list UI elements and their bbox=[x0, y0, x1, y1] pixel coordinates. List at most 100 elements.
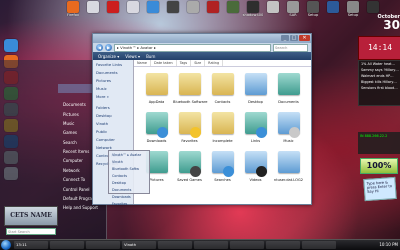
explorer-toolbar: Organize ▾ Views ▾ Burn bbox=[93, 52, 311, 60]
start-orb-button[interactable] bbox=[1, 240, 11, 250]
folder-item[interactable]: Videos bbox=[239, 147, 272, 182]
folder-label: Downloads bbox=[146, 139, 167, 143]
search-input[interactable]: Search bbox=[273, 43, 308, 52]
forward-button[interactable]: ▶ bbox=[105, 44, 112, 51]
subwin-item[interactable]: Favorites bbox=[109, 200, 149, 207]
folder-icon bbox=[277, 73, 300, 99]
nav-link[interactable]: Public bbox=[93, 127, 133, 135]
taskbar-button[interactable] bbox=[50, 241, 84, 249]
folder-label: ntuser.dat.LOG2 bbox=[273, 178, 304, 182]
nav-link[interactable]: Favorite Links bbox=[93, 60, 133, 68]
subwin-item[interactable]: Desktop bbox=[109, 179, 149, 186]
clock-gadget: 14:14 bbox=[358, 36, 400, 60]
desktop-icon[interactable] bbox=[82, 1, 104, 13]
folder-item[interactable]: Desktop bbox=[239, 69, 272, 104]
nav-link[interactable]: Computer bbox=[93, 135, 133, 143]
folder-icon bbox=[277, 151, 300, 177]
sticky-note-gadget[interactable]: Type here & press Enter to Say Hi bbox=[363, 176, 397, 202]
folder-item[interactable]: Links bbox=[239, 108, 272, 143]
minimize-button[interactable]: _ bbox=[281, 35, 289, 41]
desktop-icon[interactable] bbox=[142, 1, 164, 13]
calendar-day: 30 bbox=[383, 18, 400, 32]
folder-item[interactable]: Searches bbox=[206, 147, 239, 182]
folder-item[interactable]: Documents bbox=[272, 69, 305, 104]
start-menu-logo: CETS NAME bbox=[4, 206, 58, 226]
column-header[interactable]: Tags bbox=[177, 60, 192, 66]
folder-shape bbox=[145, 73, 168, 95]
column-header[interactable]: Name bbox=[134, 60, 152, 66]
desktop-icon[interactable]: Setup bbox=[302, 1, 324, 17]
folder-item[interactable]: Incomplete bbox=[206, 108, 239, 143]
taskbar-button[interactable]: Vinoth bbox=[122, 241, 156, 249]
nav-link[interactable]: Music bbox=[93, 84, 133, 92]
taskbar-button[interactable] bbox=[194, 241, 228, 249]
nav-link[interactable]: Desktop bbox=[93, 111, 133, 119]
desktop-icon[interactable] bbox=[162, 1, 184, 13]
folder-icon bbox=[145, 112, 168, 138]
start-search-input[interactable]: Start Search bbox=[6, 228, 56, 235]
desktop-icon-image bbox=[307, 1, 319, 13]
folder-item[interactable]: Bluetooth Software bbox=[173, 69, 207, 104]
column-header[interactable]: Date taken bbox=[151, 60, 177, 66]
folder-badge-icon bbox=[255, 166, 267, 177]
back-button[interactable]: ◀ bbox=[96, 44, 103, 51]
taskbar-button[interactable] bbox=[158, 241, 192, 249]
folder-item[interactable]: Contacts bbox=[206, 69, 239, 104]
taskbar-button[interactable]: 13:11 bbox=[14, 241, 48, 249]
network-meter-gadget: IN 888.266.22.2 bbox=[358, 132, 400, 154]
taskbar-button[interactable] bbox=[230, 241, 264, 249]
column-header[interactable]: Size bbox=[191, 60, 206, 66]
nav-link[interactable]: Folders bbox=[93, 103, 133, 111]
windows-sidebar: October 30 14:14 1% All Water heat… Sammy… bbox=[358, 10, 400, 240]
subwin-item[interactable]: Vinoth™ ▸ Avatar bbox=[109, 151, 149, 158]
icon-grid: AppData Bluetooth Software Contacts Desktop… bbox=[140, 69, 305, 182]
column-headers: Name Date taken Tags Size Rating bbox=[134, 60, 311, 67]
system-tray-clock[interactable]: 10:10 PM bbox=[379, 241, 398, 249]
taskbar-button[interactable] bbox=[266, 241, 300, 249]
folder-item[interactable]: ntuser.dat.LOG2 bbox=[272, 147, 305, 182]
calendar-gadget: October 30 bbox=[358, 14, 400, 34]
desktop-icon[interactable] bbox=[102, 1, 124, 13]
folder-item[interactable]: Music bbox=[272, 108, 305, 143]
subwin-item[interactable]: Downloads bbox=[109, 193, 149, 200]
nav-link[interactable]: Pictures bbox=[93, 76, 133, 84]
maximize-button[interactable]: □ bbox=[290, 35, 298, 41]
desktop-icon[interactable] bbox=[202, 1, 224, 13]
nav-link[interactable]: More » bbox=[93, 92, 133, 100]
subwin-item[interactable]: Contacts bbox=[109, 172, 149, 179]
folder-item[interactable]: Saved Games bbox=[173, 147, 206, 182]
toolbar-button[interactable]: Burn bbox=[146, 54, 155, 59]
taskbar-button[interactable] bbox=[86, 241, 120, 249]
folder-shape bbox=[211, 112, 234, 134]
taskbar-button[interactable] bbox=[302, 241, 336, 249]
folder-badge-icon bbox=[189, 127, 201, 138]
desktop-icon[interactable]: shadow400 bbox=[242, 1, 264, 17]
explorer-titlebar[interactable]: _ □ ✕ bbox=[93, 34, 311, 43]
desktop-icon-image bbox=[207, 1, 219, 13]
subwin-item[interactable]: Bluetooth Softw bbox=[109, 165, 149, 172]
desktop-icon[interactable] bbox=[182, 1, 204, 13]
desktop-icon[interactable]: Firefox bbox=[62, 1, 84, 17]
desktop-icon[interactable] bbox=[122, 1, 144, 13]
desktop-icon-label: Setup bbox=[307, 13, 319, 17]
desktop-icon-image bbox=[187, 1, 199, 13]
folder-icon bbox=[244, 151, 267, 177]
desktop-icon[interactable] bbox=[222, 1, 244, 13]
nav-link[interactable]: Documents bbox=[93, 68, 133, 76]
feed-item[interactable]: Sensions first blood… bbox=[359, 85, 400, 91]
desktop-icon[interactable] bbox=[4, 39, 18, 52]
subwin-item[interactable]: Vinoth bbox=[109, 158, 149, 165]
folder-item[interactable]: Favorites bbox=[173, 108, 206, 143]
desktop-icon[interactable] bbox=[322, 1, 344, 13]
desktop-icon[interactable]: SAR bbox=[282, 1, 304, 17]
subwin-item[interactable]: Documents bbox=[109, 186, 149, 193]
close-button[interactable]: ✕ bbox=[299, 35, 310, 41]
desktop-icon[interactable] bbox=[262, 1, 284, 13]
address-field[interactable]: ▸ Vinoth™ ▸ Avatar ▸ bbox=[114, 43, 271, 52]
folder-item[interactable]: Downloads bbox=[140, 108, 173, 143]
folder-item[interactable]: AppData bbox=[140, 69, 173, 104]
nav-link[interactable]: Vinoth bbox=[93, 119, 133, 127]
toolbar-button[interactable]: Views ▾ bbox=[125, 54, 140, 59]
toolbar-button[interactable]: Organize ▾ bbox=[98, 54, 119, 59]
column-header[interactable]: Rating bbox=[205, 60, 224, 66]
